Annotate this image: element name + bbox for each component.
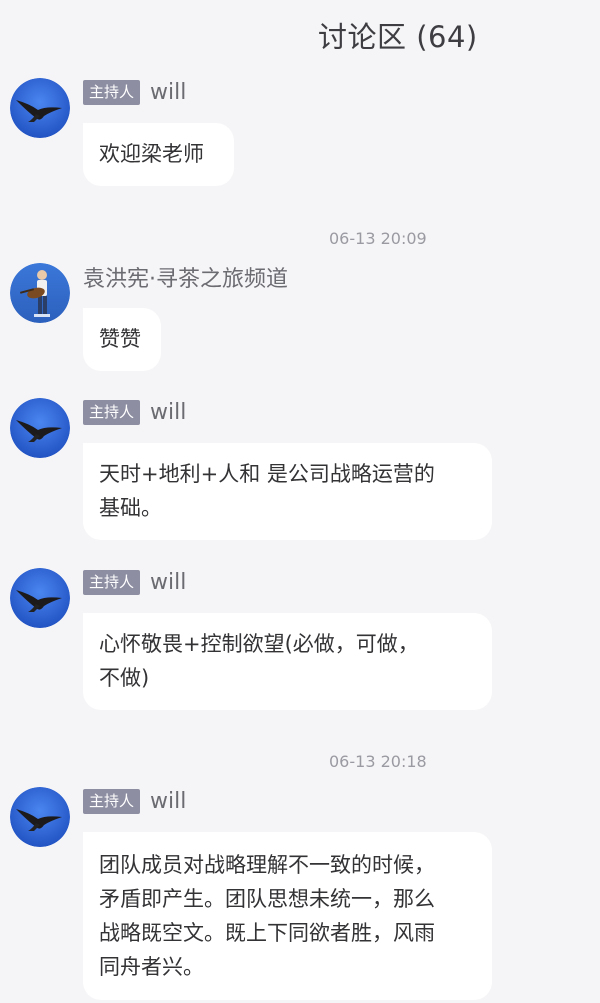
message-text-line: 团队成员对战略理解不一致的时候， xyxy=(99,853,435,877)
host-badge: 主持人 xyxy=(83,569,141,595)
message-text: 欢迎梁老师 xyxy=(99,142,204,166)
eagle-icon xyxy=(10,78,70,138)
message-text-line: 矛盾即产生。团队思想未统一，那么 xyxy=(99,887,435,911)
guitarist-icon xyxy=(10,263,70,323)
message-bubble[interactable]: 天时+地利+人和 是公司战略运营的 基础。 xyxy=(83,443,492,540)
message-bubble[interactable]: 赞赞 xyxy=(83,308,161,371)
eagle-icon xyxy=(10,568,70,628)
host-badge: 主持人 xyxy=(83,399,141,425)
message-text-line: 基础。 xyxy=(99,496,162,520)
username: will xyxy=(150,399,187,425)
host-badge: 主持人 xyxy=(83,788,141,814)
message-text-line: 同舟者兴。 xyxy=(99,955,204,979)
username: 袁洪宪·寻茶之旅频道 xyxy=(83,267,288,292)
guitarist-avatar[interactable] xyxy=(10,263,70,323)
message-header: 主持人 will xyxy=(83,78,186,106)
eagle-avatar[interactable] xyxy=(10,568,70,628)
eagle-avatar[interactable] xyxy=(10,398,70,458)
username: will xyxy=(150,79,187,105)
message-bubble[interactable]: 心怀敬畏+控制欲望(必做，可做， 不做) xyxy=(83,613,492,710)
message-text-line: 心怀敬畏+控制欲望(必做，可做， xyxy=(99,632,419,656)
eagle-avatar[interactable] xyxy=(10,78,70,138)
eagle-icon xyxy=(10,398,70,458)
message-text-line: 天时+地利+人和 是公司战略运营的 xyxy=(99,462,435,486)
message-bubble[interactable]: 团队成员对战略理解不一致的时候， 矛盾即产生。团队思想未统一，那么 战略既空文。… xyxy=(83,832,492,1000)
username: will xyxy=(150,788,187,814)
username: will xyxy=(150,569,187,595)
message-text: 赞赞 xyxy=(99,327,141,351)
message-bubble[interactable]: 欢迎梁老师 xyxy=(83,123,234,186)
message-text-line: 战略既空文。既上下同欲者胜，风雨 xyxy=(99,921,435,945)
message-header: 主持人 will xyxy=(83,568,186,596)
host-badge: 主持人 xyxy=(83,79,141,105)
message-header: 主持人 will xyxy=(83,787,186,815)
message-header: 袁洪宪·寻茶之旅频道 xyxy=(83,263,288,292)
message-text-line: 不做) xyxy=(99,666,150,690)
message-feed[interactable]: 主持人 will 欢迎梁老师 06-13 20:09 袁洪宪·寻茶之旅频道 赞赞… xyxy=(0,0,600,1003)
eagle-icon xyxy=(10,787,70,847)
eagle-avatar[interactable] xyxy=(10,787,70,847)
message-header: 主持人 will xyxy=(83,398,186,426)
